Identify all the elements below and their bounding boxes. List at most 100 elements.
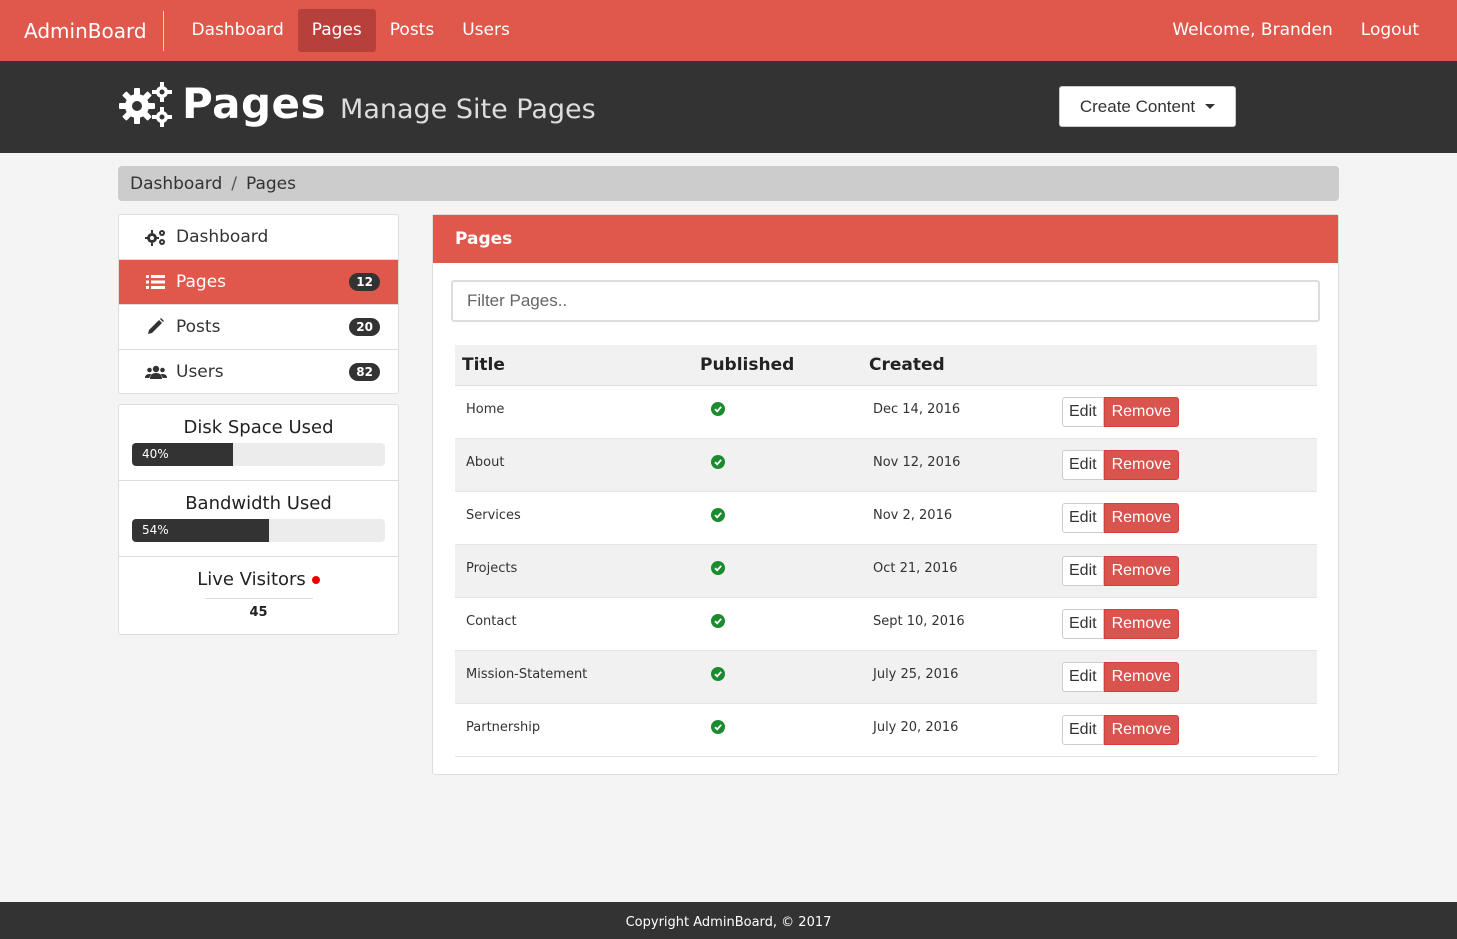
check-circle-icon <box>711 720 725 734</box>
sidebar-menu: Dashboard Pages 12 Posts 20 Users 82 <box>118 214 399 394</box>
actions-cell: Edit Remove <box>1062 704 1317 745</box>
page-title-cell: About <box>466 455 505 470</box>
edit-button[interactable]: Edit <box>1062 715 1104 745</box>
brand-logo[interactable]: AdminBoard <box>24 10 164 51</box>
table-row: Partnership July 20, 2016 Edit Remove <box>455 704 1317 757</box>
page-title-cell: Services <box>466 508 521 523</box>
breadcrumb-separator: / <box>231 173 237 194</box>
actions-cell: Edit Remove <box>1062 545 1317 586</box>
edit-button[interactable]: Edit <box>1062 450 1104 480</box>
remove-button[interactable]: Remove <box>1103 503 1180 533</box>
page-title-cell: Projects <box>466 561 518 576</box>
list-icon <box>145 273 167 291</box>
sidebar-item-dashboard[interactable]: Dashboard <box>119 215 398 260</box>
bandwidth-title: Bandwidth Used <box>185 493 332 514</box>
pages-table: Title Published Created Home Dec 14, 201… <box>455 345 1317 757</box>
nav-dashboard[interactable]: Dashboard <box>178 9 298 52</box>
users-icon <box>145 363 167 381</box>
nav-posts[interactable]: Posts <box>376 9 448 52</box>
sidebar: Dashboard Pages 12 Posts 20 Users 82 Dis… <box>118 214 399 635</box>
page-header: Pages Manage Site Pages Create Content <box>0 61 1457 153</box>
remove-button[interactable]: Remove <box>1103 715 1180 745</box>
published-cell <box>700 492 869 524</box>
created-date-cell: July 25, 2016 <box>873 667 959 682</box>
table-header: Title Published Created <box>455 345 1317 386</box>
actions-cell: Edit Remove <box>1062 492 1317 533</box>
logout-link[interactable]: Logout <box>1347 9 1433 52</box>
created-date-cell: Dec 14, 2016 <box>873 402 961 417</box>
check-circle-icon <box>711 561 725 575</box>
main-nav: Dashboard Pages Posts Users <box>178 0 524 61</box>
sidebar-item-posts[interactable]: Posts 20 <box>119 305 398 350</box>
column-header-title: Title <box>462 355 505 375</box>
header-title-group: Pages Manage Site Pages <box>118 79 596 128</box>
actions-cell: Edit Remove <box>1062 598 1317 639</box>
edit-button[interactable]: Edit <box>1062 397 1104 427</box>
filter-pages-input[interactable] <box>451 280 1320 322</box>
count-badge: 12 <box>349 273 380 291</box>
welcome-link[interactable]: Welcome, Branden <box>1158 9 1346 52</box>
actions-cell: Edit Remove <box>1062 651 1317 692</box>
sidebar-item-label: Pages <box>176 272 227 292</box>
pages-panel: Pages Title Published Created Home Dec 1… <box>432 214 1339 775</box>
live-visitors-title: Live Visitors <box>197 569 306 590</box>
stats-card: Disk Space Used 40% Bandwidth Used 54% L… <box>118 404 399 635</box>
sidebar-item-label: Posts <box>176 317 221 337</box>
sidebar-item-label: Dashboard <box>176 227 269 247</box>
column-header-published: Published <box>700 355 795 375</box>
edit-button[interactable]: Edit <box>1062 662 1104 692</box>
remove-button[interactable]: Remove <box>1103 662 1180 692</box>
published-cell <box>700 704 869 736</box>
count-badge: 20 <box>349 318 380 336</box>
published-cell <box>700 598 869 630</box>
edit-button[interactable]: Edit <box>1062 609 1104 639</box>
sidebar-item-users[interactable]: Users 82 <box>119 350 398 393</box>
bandwidth-progress-bar: 54% <box>132 519 269 542</box>
nav-users[interactable]: Users <box>448 9 524 52</box>
disk-space-progress: 40% <box>132 443 385 466</box>
disk-space-title: Disk Space Used <box>183 417 334 438</box>
published-cell <box>700 439 869 471</box>
page-subtitle: Manage Site Pages <box>340 94 596 125</box>
created-date-cell: Nov 12, 2016 <box>873 455 961 470</box>
remove-button[interactable]: Remove <box>1103 450 1180 480</box>
remove-button[interactable]: Remove <box>1103 556 1180 586</box>
nav-pages[interactable]: Pages <box>297 9 376 52</box>
breadcrumb-dashboard[interactable]: Dashboard <box>130 174 222 194</box>
edit-button[interactable]: Edit <box>1062 503 1104 533</box>
remove-button[interactable]: Remove <box>1103 609 1180 639</box>
sidebar-item-label: Users <box>176 361 224 382</box>
gears-icon <box>119 81 172 127</box>
check-circle-icon <box>711 508 725 522</box>
table-row: Home Dec 14, 2016 Edit Remove <box>455 386 1317 439</box>
live-dot-icon <box>311 575 320 584</box>
published-cell <box>700 545 869 577</box>
edit-button[interactable]: Edit <box>1062 556 1104 586</box>
caret-down-icon <box>1205 104 1216 109</box>
bandwidth-stat: Bandwidth Used 54% <box>119 481 398 557</box>
page-title-cell: Home <box>466 402 505 417</box>
created-date-cell: Oct 21, 2016 <box>873 561 958 576</box>
remove-button[interactable]: Remove <box>1103 397 1180 427</box>
table-row: Services Nov 2, 2016 Edit Remove <box>455 492 1317 545</box>
disk-space-stat: Disk Space Used 40% <box>119 405 398 481</box>
published-cell <box>700 386 869 418</box>
table-row: Contact Sept 10, 2016 Edit Remove <box>455 598 1317 651</box>
actions-cell: Edit Remove <box>1062 386 1317 427</box>
table-row: Mission-Statement July 25, 2016 Edit Rem… <box>455 651 1317 704</box>
footer: Copyright AdminBoard, © 2017 <box>0 902 1457 939</box>
nav-right: Welcome, Branden Logout <box>1158 9 1433 52</box>
breadcrumb: Dashboard / Pages <box>118 166 1339 201</box>
disk-space-progress-bar: 40% <box>132 443 234 466</box>
published-cell <box>700 651 869 683</box>
column-header-created: Created <box>869 355 945 375</box>
check-circle-icon <box>711 667 725 681</box>
created-date-cell: July 20, 2016 <box>873 720 959 735</box>
sidebar-item-pages[interactable]: Pages 12 <box>119 260 398 305</box>
create-content-label: Create Content <box>1079 96 1196 116</box>
page-title-cell: Partnership <box>466 720 541 735</box>
create-content-button[interactable]: Create Content <box>1059 86 1236 127</box>
created-date-cell: Sept 10, 2016 <box>873 614 965 629</box>
divider <box>204 598 313 599</box>
top-navbar: AdminBoard Dashboard Pages Posts Users W… <box>0 0 1457 61</box>
